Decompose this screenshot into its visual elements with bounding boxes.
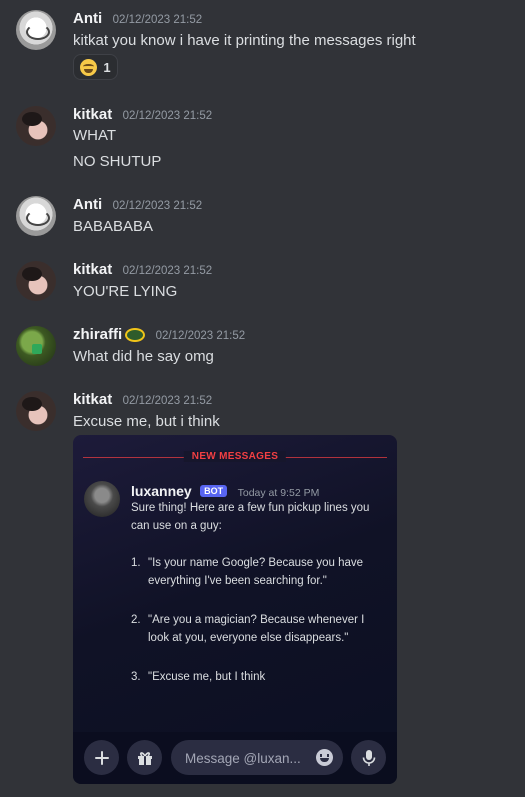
- timestamp: 02/12/2023 21:52: [122, 395, 213, 407]
- message-text: WHAT: [73, 127, 117, 144]
- add-attachment-button[interactable]: [84, 740, 119, 775]
- bot-badge: BOT: [200, 485, 228, 497]
- avatar[interactable]: [16, 106, 56, 146]
- bot-timestamp: Today at 9:52 PM: [237, 487, 320, 499]
- message-header: kitkat 02/12/2023 21:52: [73, 261, 212, 279]
- microphone-icon: [362, 749, 375, 766]
- bot-intro-text: Sure thing! Here are a few fun pickup li…: [131, 502, 370, 532]
- reaction-count: 1: [103, 59, 111, 75]
- plus-icon: [94, 750, 109, 765]
- list-text: "Are you a magician? Because whenever I …: [148, 614, 365, 644]
- message-header: Anti 02/12/2023 21:52: [73, 196, 202, 214]
- bot-username: luxanney: [131, 483, 192, 499]
- name-decoration-icon: [125, 327, 146, 342]
- message-input-container: [171, 740, 343, 777]
- username[interactable]: kitkat: [73, 391, 112, 408]
- message-text: kitkat you know i have it printing the m…: [73, 32, 416, 49]
- gift-icon: [137, 751, 152, 765]
- message-header: kitkat 02/12/2023 21:52: [73, 106, 212, 124]
- avatar[interactable]: [16, 391, 56, 431]
- username[interactable]: kitkat: [73, 106, 112, 123]
- timestamp: 02/12/2023 21:52: [112, 14, 203, 26]
- image-attachment[interactable]: NEW MESSAGES luxanney BOT Today at 9:52 …: [73, 435, 397, 784]
- message-input[interactable]: [183, 740, 305, 777]
- message-header: Anti 02/12/2023 21:52: [73, 10, 202, 28]
- new-messages-label: NEW MESSAGES: [183, 451, 287, 462]
- laughing-crying-emoji-icon: [80, 58, 98, 76]
- message-text: YOU'RE LYING: [73, 283, 178, 300]
- avatar[interactable]: [16, 326, 56, 366]
- message-text: What did he say omg: [73, 348, 214, 365]
- gift-button[interactable]: [127, 740, 162, 775]
- reaction-button[interactable]: 1: [73, 54, 118, 80]
- username[interactable]: Anti: [73, 10, 102, 27]
- avatar[interactable]: [16, 10, 56, 50]
- message-header: kitkat 02/12/2023 21:52: [73, 391, 212, 409]
- emoji-picker-icon[interactable]: [316, 749, 333, 766]
- timestamp: 02/12/2023 21:52: [122, 265, 213, 277]
- message-text: NO SHUTUP: [73, 153, 162, 170]
- message-composer: [73, 732, 397, 784]
- username[interactable]: kitkat: [73, 261, 112, 278]
- list-number: 1.: [131, 557, 141, 569]
- avatar[interactable]: [16, 261, 56, 301]
- timestamp: 02/12/2023 21:52: [155, 330, 246, 342]
- message-text: Excuse me, but i think: [73, 413, 220, 430]
- avatar[interactable]: [16, 196, 56, 236]
- username[interactable]: zhiraffi: [73, 326, 122, 343]
- list-number: 2.: [131, 614, 141, 626]
- bot-avatar: [84, 481, 120, 517]
- list-text: "Is your name Google? Because you have e…: [148, 557, 364, 587]
- timestamp: 02/12/2023 21:52: [112, 200, 203, 212]
- voice-message-button[interactable]: [351, 740, 386, 775]
- list-number: 3.: [131, 671, 141, 683]
- timestamp: 02/12/2023 21:52: [122, 110, 213, 122]
- username[interactable]: Anti: [73, 196, 102, 213]
- list-text: "Excuse me, but I think: [148, 671, 266, 683]
- message-text: BABABABA: [73, 218, 154, 235]
- message-header: zhiraffi 02/12/2023 21:52: [73, 326, 245, 344]
